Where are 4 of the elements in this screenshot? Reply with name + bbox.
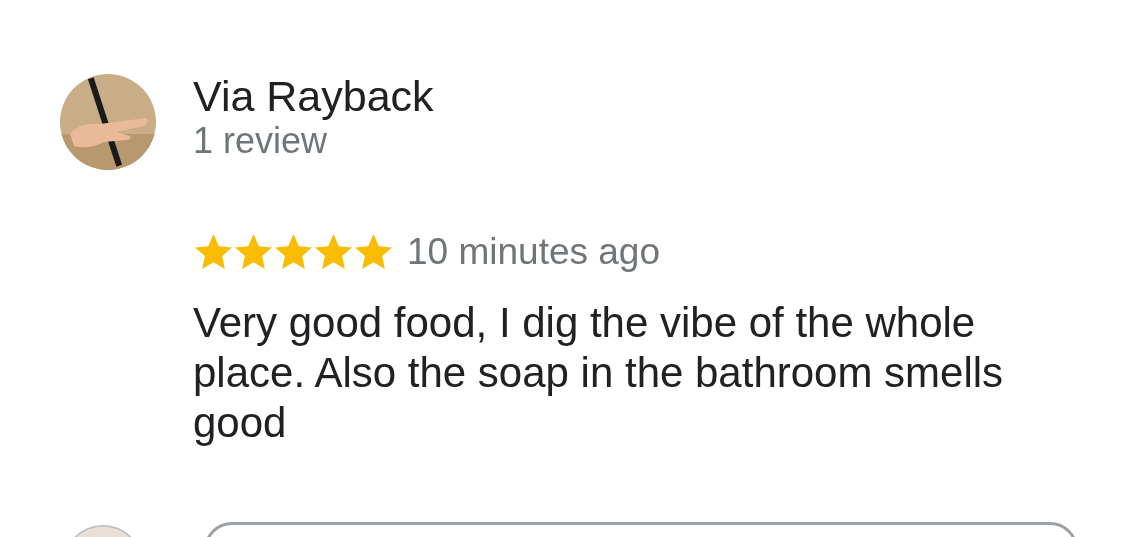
reviewer-name[interactable]: Via Rayback bbox=[193, 72, 434, 120]
review-text: Very good food, I dig the vibe of the whole place. Also the soap in the bathroom smells good bbox=[193, 297, 1005, 448]
review-time: 10 minutes ago bbox=[407, 230, 660, 274]
review-count: 1 review bbox=[193, 120, 328, 162]
